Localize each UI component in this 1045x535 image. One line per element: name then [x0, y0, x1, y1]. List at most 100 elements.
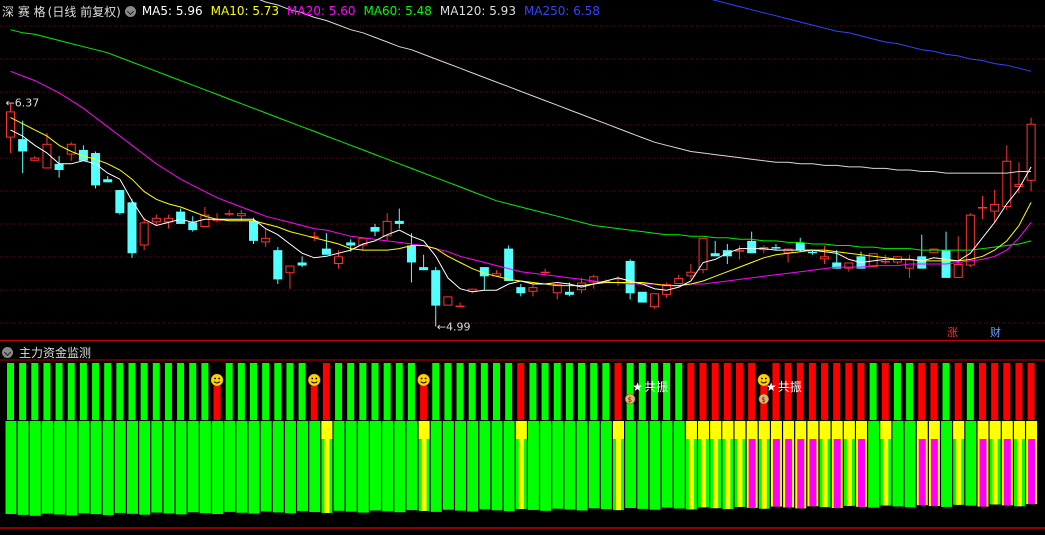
candle[interactable]	[747, 231, 757, 254]
money-flow-bar[interactable]	[78, 363, 90, 514]
money-flow-bar[interactable]	[527, 363, 539, 510]
money-flow-bar[interactable]	[673, 363, 685, 509]
money-flow-bar[interactable]	[503, 363, 515, 512]
money-flow-bar[interactable]	[588, 363, 600, 509]
money-flow-bar[interactable]	[199, 363, 211, 514]
money-flow-bar[interactable]	[965, 363, 977, 506]
candle[interactable]	[309, 231, 319, 241]
money-flow-bar[interactable]	[479, 363, 491, 510]
money-flow-bar[interactable]	[41, 363, 53, 514]
candle[interactable]	[176, 208, 186, 224]
candle[interactable]	[528, 284, 538, 297]
money-flow-bar[interactable]	[868, 363, 880, 508]
candle[interactable]	[905, 254, 915, 278]
candle[interactable]	[978, 196, 987, 220]
money-flow-bar[interactable]	[515, 363, 527, 510]
money-flow-bar[interactable]	[90, 363, 102, 515]
money-flow-bar[interactable]	[66, 363, 78, 516]
money-flow-bar[interactable]	[272, 363, 284, 513]
kline-chart[interactable]: ←6.37 ←4.99	[0, 0, 1045, 342]
money-flow-bar[interactable]	[455, 363, 467, 511]
money-flow-bar[interactable]	[698, 363, 710, 508]
candle[interactable]	[431, 267, 441, 317]
money-flow-bar[interactable]	[5, 363, 17, 514]
money-flow-panel[interactable]: ★ 共振 $ ★ 共振 $	[0, 342, 1045, 531]
money-flow-bar[interactable]	[333, 363, 345, 511]
candle[interactable]	[625, 259, 635, 300]
money-flow-bar[interactable]	[710, 363, 722, 509]
money-flow-bar[interactable]	[953, 363, 965, 505]
money-flow-bar[interactable]	[321, 363, 333, 513]
candle[interactable]	[127, 199, 137, 258]
candle[interactable]	[504, 245, 514, 281]
money-flow-bar[interactable]	[746, 363, 758, 508]
money-flow-bar[interactable]	[224, 363, 236, 512]
money-flow-bar[interactable]	[819, 363, 831, 508]
candle[interactable]	[285, 265, 295, 289]
money-flow-bar[interactable]	[843, 363, 855, 506]
candle[interactable]	[30, 156, 40, 161]
money-flow-bar[interactable]	[685, 363, 697, 510]
money-flow-bar[interactable]	[187, 363, 199, 513]
money-flow-bar[interactable]	[564, 363, 576, 510]
candle[interactable]	[868, 253, 878, 268]
candle[interactable]	[735, 245, 744, 260]
money-flow-bar[interactable]	[260, 363, 272, 512]
money-flow-bar[interactable]	[163, 363, 175, 514]
money-flow-bar[interactable]	[345, 363, 357, 512]
candle[interactable]	[406, 233, 416, 283]
candle[interactable]	[1026, 117, 1036, 192]
money-flow-bar[interactable]	[394, 363, 406, 513]
money-flow-bar[interactable]	[892, 363, 904, 507]
money-flow-bar[interactable]	[1026, 363, 1038, 505]
money-flow-bar[interactable]	[17, 363, 29, 515]
money-flow-bar[interactable]	[297, 363, 309, 512]
candle[interactable]	[321, 233, 331, 255]
candle[interactable]	[6, 103, 15, 154]
candle[interactable]	[941, 231, 951, 278]
money-flow-bar[interactable]	[382, 363, 394, 512]
money-flow-bar[interactable]	[467, 363, 479, 512]
chevron-down-icon[interactable]	[2, 347, 13, 358]
candle[interactable]	[370, 223, 380, 237]
money-flow-bar[interactable]	[102, 363, 114, 516]
money-flow-bar[interactable]	[941, 363, 953, 507]
money-flow-bar[interactable]	[916, 363, 928, 506]
candle[interactable]	[710, 240, 720, 257]
money-flow-bar[interactable]	[309, 386, 321, 513]
money-flow-bar[interactable]	[552, 363, 564, 509]
money-flow-bar[interactable]	[114, 363, 126, 513]
candle[interactable]	[18, 120, 28, 174]
candle[interactable]	[637, 291, 647, 303]
candle[interactable]	[224, 210, 234, 217]
kline-panel[interactable]: ←6.37 ←4.99	[0, 0, 1045, 342]
money-flow-bar[interactable]	[989, 363, 1001, 505]
candle[interactable]	[297, 256, 307, 268]
money-flow-bar[interactable]	[1013, 363, 1025, 507]
money-flow-bar[interactable]	[904, 363, 916, 508]
candle[interactable]	[820, 245, 830, 265]
money-flow-bar[interactable]	[418, 386, 430, 511]
money-flow-bar[interactable]	[236, 363, 248, 513]
candle[interactable]	[443, 296, 453, 306]
candle[interactable]	[103, 176, 113, 183]
candle[interactable]	[273, 247, 283, 285]
money-flow-bar[interactable]	[856, 363, 867, 507]
money-flow-bar[interactable]	[576, 363, 588, 511]
candle[interactable]	[552, 284, 562, 300]
money-flow-bar[interactable]	[284, 363, 296, 514]
money-flow-bar[interactable]	[540, 363, 552, 511]
money-flow-bar[interactable]	[722, 363, 734, 510]
candle[interactable]	[722, 243, 732, 265]
candle[interactable]	[929, 248, 939, 254]
money-flow-bar[interactable]	[151, 363, 163, 513]
candle[interactable]	[479, 267, 489, 291]
candle[interactable]	[78, 145, 88, 161]
money-flow-bar[interactable]	[357, 363, 369, 513]
candle[interactable]	[892, 256, 902, 265]
money-flow-bar[interactable]	[406, 363, 418, 511]
candle[interactable]	[91, 151, 101, 189]
money-flow-bar[interactable]	[175, 363, 187, 515]
candle[interactable]	[674, 274, 684, 285]
candle[interactable]	[394, 208, 404, 229]
